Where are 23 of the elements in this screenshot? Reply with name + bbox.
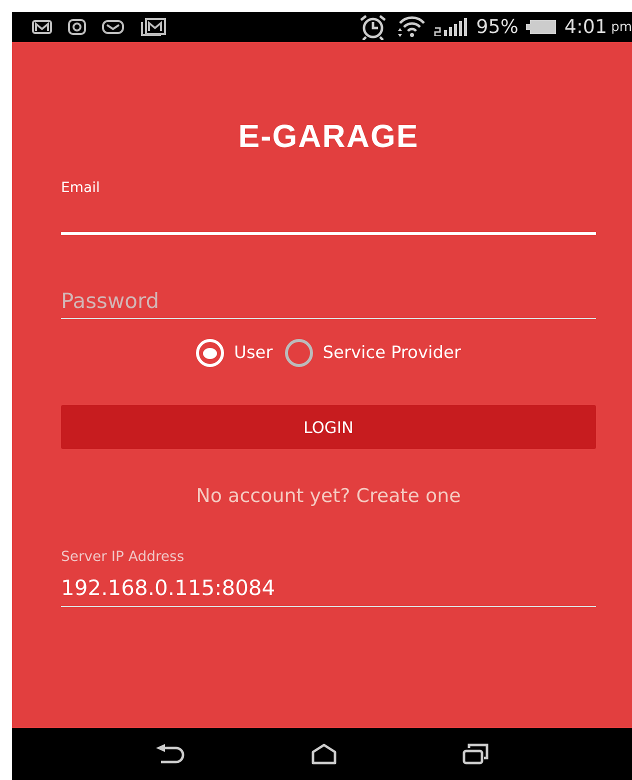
battery-percentage: 95% <box>476 16 518 38</box>
home-icon[interactable] <box>310 743 337 765</box>
server-ip-label: Server IP Address <box>61 549 184 565</box>
envelope-icon <box>102 20 124 34</box>
back-icon[interactable] <box>154 743 186 765</box>
server-ip-field[interactable]: 192.168.0.115:8084 <box>61 569 596 607</box>
role-radio[interactable]: User <box>196 339 273 367</box>
role-radio[interactable]: Service Provider <box>284 339 461 367</box>
password-field[interactable]: Password <box>61 283 596 319</box>
recent-apps-icon[interactable] <box>462 743 490 765</box>
alarm-icon <box>358 14 388 40</box>
mail-icon <box>32 20 52 34</box>
camera-icon <box>68 19 86 35</box>
app-title: E-GARAGE <box>237 117 420 156</box>
wifi-icon <box>396 15 426 39</box>
create-account-link[interactable]: No account yet? Create one <box>61 485 596 507</box>
signal-icon <box>434 18 468 36</box>
time-period: pm <box>611 20 632 34</box>
email-field[interactable]: Email <box>61 180 596 235</box>
mail-stack-icon <box>140 18 166 36</box>
clock-time: 4:01 <box>564 16 608 38</box>
battery-icon <box>526 20 556 34</box>
login-button[interactable]: LOGIN <box>61 405 596 449</box>
